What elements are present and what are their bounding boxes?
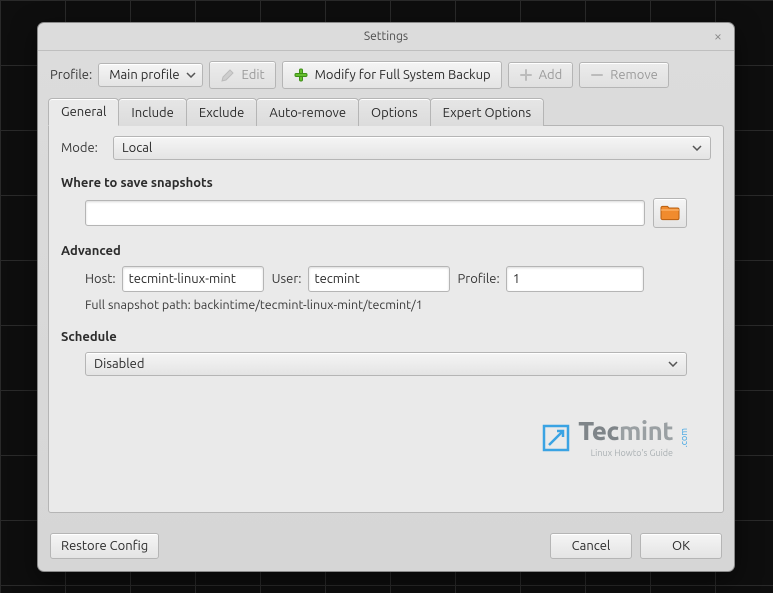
schedule-select[interactable]: Disabled bbox=[85, 352, 687, 376]
tab-options-label: Options bbox=[371, 106, 418, 120]
tab-options[interactable]: Options bbox=[358, 98, 431, 126]
watermark-name: Tecmint bbox=[578, 416, 673, 445]
add-button[interactable]: Add bbox=[508, 62, 574, 88]
settings-window: Settings × Profile: Main profile Edit Mo… bbox=[37, 22, 735, 572]
pencil-icon bbox=[220, 67, 236, 83]
mode-label: Mode: bbox=[61, 141, 105, 155]
tab-general[interactable]: General bbox=[48, 98, 119, 126]
tab-exclude[interactable]: Exclude bbox=[186, 98, 258, 126]
mode-row: Mode: Local bbox=[61, 136, 711, 160]
full-snapshot-path-label: Full snapshot path: backintime/tecmint-l… bbox=[61, 298, 711, 324]
tab-include-label: Include bbox=[131, 106, 173, 120]
snapshot-path-input[interactable] bbox=[85, 200, 645, 226]
edit-button-label: Edit bbox=[242, 68, 265, 82]
mode-select[interactable]: Local bbox=[113, 136, 711, 160]
watermark-dotcom: .com bbox=[679, 428, 689, 447]
restore-config-button[interactable]: Restore Config bbox=[50, 533, 159, 559]
schedule-select-value: Disabled bbox=[94, 357, 144, 371]
titlebar: Settings × bbox=[38, 23, 734, 51]
cancel-label: Cancel bbox=[572, 539, 611, 553]
tab-include[interactable]: Include bbox=[118, 98, 186, 126]
plus-small-icon bbox=[519, 68, 533, 82]
logo-icon bbox=[542, 424, 570, 452]
where-to-save-label: Where to save snapshots bbox=[61, 176, 711, 190]
edit-button[interactable]: Edit bbox=[209, 61, 276, 89]
add-button-label: Add bbox=[539, 68, 563, 82]
remove-button[interactable]: Remove bbox=[579, 62, 669, 88]
profile-field-label: Profile: bbox=[458, 272, 500, 286]
advanced-label: Advanced bbox=[61, 244, 711, 258]
tab-expert-label: Expert Options bbox=[443, 106, 531, 120]
window-title: Settings bbox=[364, 30, 408, 43]
tab-general-label: General bbox=[61, 105, 106, 119]
user-label: User: bbox=[272, 272, 302, 286]
chevron-down-icon bbox=[186, 72, 196, 78]
modify-full-backup-button[interactable]: Modify for Full System Backup bbox=[282, 61, 502, 89]
tab-auto-remove-label: Auto-remove bbox=[269, 106, 346, 120]
toolbar: Profile: Main profile Edit Modify for Fu… bbox=[38, 51, 734, 97]
snapshot-path-row bbox=[61, 198, 711, 238]
host-label: Host: bbox=[85, 272, 116, 286]
tab-panel-general: Mode: Local Where to save snapshots Adva… bbox=[48, 125, 724, 513]
restore-config-label: Restore Config bbox=[61, 539, 148, 553]
browse-folder-button[interactable] bbox=[653, 198, 687, 228]
ok-button[interactable]: OK bbox=[640, 533, 722, 559]
watermark: Tecmint Linux Howto's Guide .com bbox=[61, 416, 711, 459]
profile-dropdown-value: Main profile bbox=[109, 68, 179, 82]
host-input[interactable]: tecmint-linux-mint bbox=[122, 266, 264, 292]
chevron-down-icon bbox=[692, 145, 702, 151]
tabs: General Include Exclude Auto-remove Opti… bbox=[38, 97, 734, 125]
profile-input[interactable]: 1 bbox=[506, 266, 644, 292]
minus-icon bbox=[590, 68, 604, 82]
tab-exclude-label: Exclude bbox=[199, 106, 245, 120]
folder-icon bbox=[660, 205, 680, 221]
close-icon[interactable]: × bbox=[710, 29, 726, 45]
tab-expert-options[interactable]: Expert Options bbox=[430, 98, 544, 126]
remove-button-label: Remove bbox=[610, 68, 658, 82]
chevron-down-icon bbox=[668, 361, 678, 367]
profile-label: Profile: bbox=[50, 68, 92, 82]
profile-value: 1 bbox=[513, 272, 520, 286]
footer: Restore Config Cancel OK bbox=[38, 523, 734, 571]
plus-icon bbox=[293, 67, 309, 83]
mode-select-value: Local bbox=[122, 141, 152, 155]
user-input[interactable]: tecmint bbox=[308, 266, 450, 292]
host-value: tecmint-linux-mint bbox=[129, 272, 236, 286]
watermark-sub: Linux Howto's Guide bbox=[591, 448, 673, 458]
schedule-label: Schedule bbox=[61, 330, 711, 344]
user-value: tecmint bbox=[315, 272, 360, 286]
tab-auto-remove[interactable]: Auto-remove bbox=[256, 98, 359, 126]
ok-label: OK bbox=[672, 539, 690, 553]
advanced-row: Host: tecmint-linux-mint User: tecmint P… bbox=[61, 266, 711, 298]
modify-button-label: Modify for Full System Backup bbox=[315, 68, 491, 82]
profile-dropdown[interactable]: Main profile bbox=[98, 63, 202, 87]
cancel-button[interactable]: Cancel bbox=[550, 533, 632, 559]
